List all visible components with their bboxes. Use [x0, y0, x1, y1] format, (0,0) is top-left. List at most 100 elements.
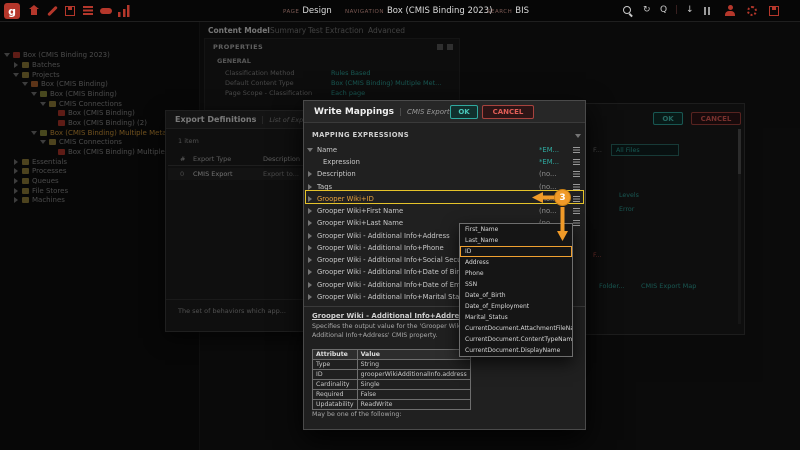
attr-cell: Cardinality: [313, 380, 358, 390]
expander-icon[interactable]: [307, 196, 313, 202]
refresh-icon[interactable]: ↻: [643, 5, 651, 15]
table-row: CardinalitySingle: [313, 380, 471, 390]
menu-icon[interactable]: [573, 208, 580, 214]
help-footer: May be one of the following:: [312, 411, 401, 418]
cancel-button[interactable]: CANCEL: [482, 105, 534, 119]
expander-icon[interactable]: [307, 171, 313, 177]
database-icon[interactable]: [82, 5, 94, 17]
dropdown-item-attachment-file-name[interactable]: CurrentDocument.AttachmentFileName: [460, 323, 572, 334]
dropdown-item-phone[interactable]: Phone: [460, 268, 572, 279]
stats-icon[interactable]: [118, 5, 130, 17]
value-cell: String: [357, 360, 470, 370]
dropdown-item-address[interactable]: Address: [460, 257, 572, 268]
dropdown-item-id-highlighted[interactable]: ID: [460, 246, 572, 257]
attribute-table-header: Attribute Value: [313, 350, 471, 360]
page-value[interactable]: Design: [302, 6, 331, 16]
row-label: Description: [317, 170, 356, 178]
grooper-logo-icon[interactable]: g: [4, 3, 20, 19]
search-icon[interactable]: [622, 5, 634, 17]
table-row: RequiredFalse: [313, 390, 471, 400]
expander-icon[interactable]: [307, 233, 313, 239]
dropdown-item-ssn[interactable]: SSN: [460, 279, 572, 290]
expander-icon[interactable]: [307, 208, 313, 214]
row-label: Grooper Wiki+Last Name: [317, 219, 403, 227]
breadcrumb-search: SEARCH BIS: [487, 6, 529, 16]
help-heading: Grooper Wiki - Additional Info+Address: [312, 312, 468, 320]
grid-view-icon[interactable]: [702, 5, 714, 17]
mapping-row-name[interactable]: Name*EM...: [307, 144, 584, 156]
attribute-table: Attribute Value TypeString IDgrooperWiki…: [312, 349, 471, 410]
row-label: Grooper Wiki+First Name: [317, 207, 403, 215]
ok-button[interactable]: OK: [450, 105, 478, 119]
value-cell: grooperWikiAdditionalInfo.address: [357, 370, 470, 380]
row-value[interactable]: (no...: [539, 207, 556, 215]
dropdown-item-date-of-birth[interactable]: Date_of_Birth: [460, 290, 572, 301]
help-body: Specifies the output value for the 'Groo…: [312, 323, 480, 340]
expander-icon[interactable]: [307, 294, 313, 300]
expander-icon[interactable]: [307, 147, 313, 153]
table-row: IDgrooperWikiAdditionalInfo.address: [313, 370, 471, 380]
expander-icon[interactable]: [307, 257, 313, 263]
row-value[interactable]: (no...: [539, 170, 556, 178]
save-icon[interactable]: [64, 5, 76, 17]
nav-value[interactable]: Box (CMIS Binding 2023): [387, 6, 492, 16]
breadcrumb-page: PAGE Design: [283, 6, 332, 16]
row-value[interactable]: *EM...: [539, 146, 559, 154]
zoom-icon[interactable]: Q: [660, 5, 667, 15]
write-mappings-header: Write Mappings CMIS Export Map: [304, 101, 585, 123]
expander-icon[interactable]: [307, 245, 313, 251]
cloud-icon[interactable]: [100, 5, 112, 17]
menu-icon[interactable]: [573, 159, 580, 165]
dropdown-item-first-name[interactable]: First_Name: [460, 224, 572, 235]
dropdown-item-display-name[interactable]: CurrentDocument.DisplayName: [460, 345, 572, 356]
tools-icon[interactable]: [46, 5, 58, 17]
dialog-title: Write Mappings: [314, 107, 394, 117]
mapping-row-tags[interactable]: Tags(no...: [307, 181, 584, 193]
mapping-expressions-header[interactable]: MAPPING EXPRESSIONS: [312, 131, 409, 139]
user-icon[interactable]: [724, 5, 736, 17]
nav-label: NAVIGATION: [345, 9, 384, 15]
search-label: SEARCH: [487, 9, 512, 15]
row-label: Expression: [323, 158, 360, 166]
row-label: Grooper Wiki - Additional Info+Marital S…: [317, 293, 470, 301]
field-dropdown-menu: First_Name Last_Name ID Address Phone SS…: [459, 223, 573, 357]
row-value[interactable]: *EM...: [539, 158, 559, 166]
value-cell: ReadWrite: [357, 400, 470, 410]
table-row: UpdatabilityReadWrite: [313, 400, 471, 410]
expander-icon[interactable]: [307, 269, 313, 275]
download-icon[interactable]: ↓: [686, 5, 694, 15]
menu-icon[interactable]: [573, 147, 580, 153]
settings-gear-icon[interactable]: [746, 5, 758, 17]
table-row: TypeString: [313, 360, 471, 370]
top-toolbar: g PAGE Design NAVIGATION Box (CMIS Bindi…: [0, 0, 800, 22]
row-value[interactable]: (no...: [539, 183, 556, 191]
mapping-row-description[interactable]: Description (no...: [307, 168, 584, 180]
window-icon[interactable]: [768, 5, 780, 17]
expander-icon[interactable]: [307, 184, 313, 190]
page-label: PAGE: [283, 9, 299, 15]
step-3-badge: 3: [554, 189, 571, 206]
attr-cell: Updatability: [313, 400, 358, 410]
attr-cell: Type: [313, 360, 358, 370]
home-icon[interactable]: [28, 5, 40, 17]
col-value: Value: [357, 350, 470, 360]
mapping-row-grooper-wiki-id[interactable]: Grooper Wiki+ID(no...: [307, 193, 584, 205]
menu-icon[interactable]: [573, 220, 580, 226]
menu-icon[interactable]: [573, 196, 580, 202]
row-label: Grooper Wiki - Additional Info+Phone: [317, 244, 444, 252]
menu-icon[interactable]: [573, 184, 580, 190]
dropdown-item-date-of-employment[interactable]: Date_of_Employment: [460, 301, 572, 312]
expander-icon[interactable]: [307, 220, 313, 226]
menu-icon[interactable]: [573, 171, 580, 177]
expander-icon[interactable]: [307, 282, 313, 288]
dropdown-item-content-type-name[interactable]: CurrentDocument.ContentTypeName: [460, 334, 572, 345]
col-attribute: Attribute: [313, 350, 358, 360]
mapping-row-expression[interactable]: Expression *EM...: [307, 156, 584, 168]
dropdown-item-marital-status[interactable]: Marital_Status: [460, 312, 572, 323]
row-label: Grooper Wiki+ID: [317, 195, 374, 203]
search-value[interactable]: BIS: [515, 6, 529, 16]
dropdown-item-last-name[interactable]: Last_Name: [460, 235, 572, 246]
mapping-row-first-name[interactable]: Grooper Wiki+First Name (no...: [307, 205, 584, 217]
attr-cell: Required: [313, 390, 358, 400]
row-label: Grooper Wiki - Additional Info+Date of B…: [317, 268, 466, 276]
